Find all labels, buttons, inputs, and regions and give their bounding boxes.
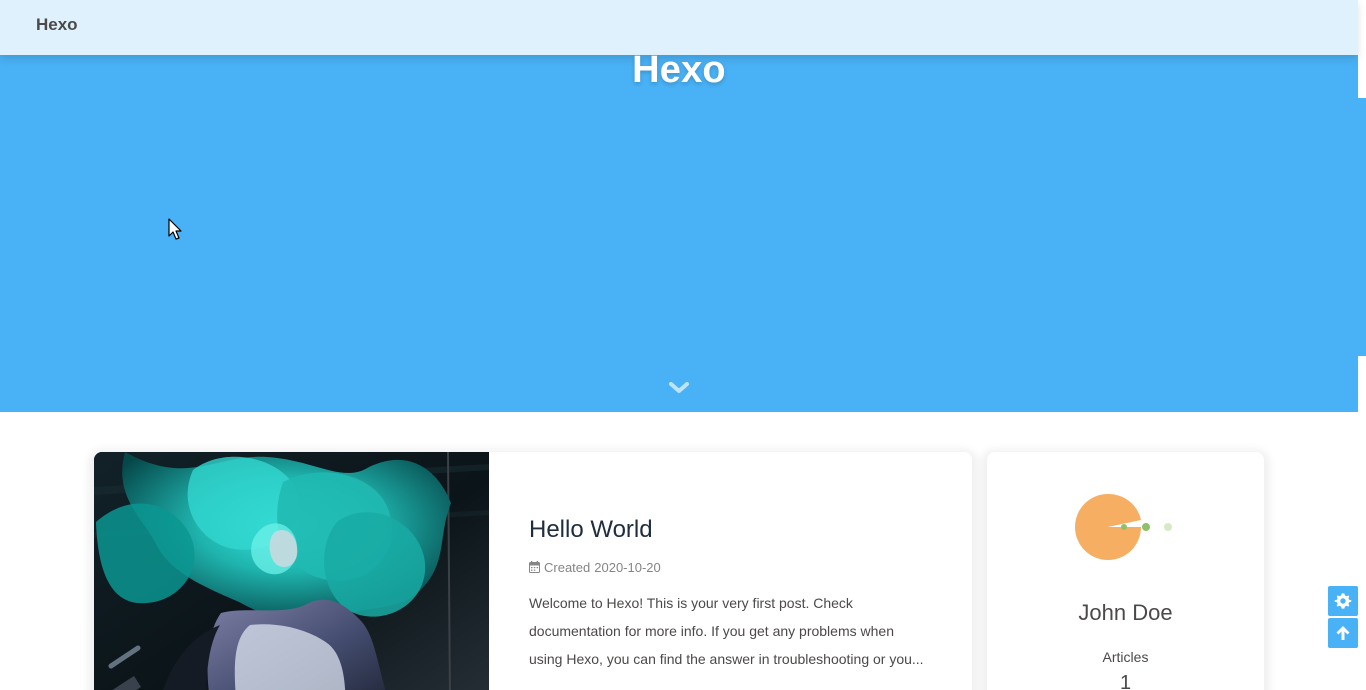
created-label: Created <box>544 559 591 575</box>
excerpt-line: Welcome to Hexo! This is your very first… <box>529 595 853 611</box>
post-meta: Created 2020-10-20 <box>529 559 661 575</box>
author-profile-card: John Doe Articles 1 <box>987 452 1264 690</box>
recent-post-card: Hello World Created 2020-10-20 Welcome t… <box>94 452 972 690</box>
gear-icon <box>1334 593 1352 609</box>
arrow-up-icon <box>1336 626 1350 640</box>
site-name-link[interactable]: Hexo <box>36 15 78 35</box>
post-cover-image[interactable] <box>94 452 489 690</box>
scroll-down-button[interactable] <box>669 380 689 396</box>
chevron-down-icon <box>669 382 689 393</box>
articles-count[interactable]: 1 <box>987 672 1264 690</box>
calendar-icon <box>529 561 540 573</box>
settings-button[interactable] <box>1328 586 1358 616</box>
back-to-top-button[interactable] <box>1328 618 1358 648</box>
smoke-cover-illustration <box>94 452 489 690</box>
top-navbar: Hexo <box>0 0 1358 55</box>
articles-label[interactable]: Articles <box>987 649 1264 665</box>
excerpt-line: documentation for more info. If you get … <box>529 623 894 639</box>
post-title-link[interactable]: Hello World <box>529 516 653 544</box>
hero-banner: Hexo Hexo <box>0 0 1358 412</box>
author-name: John Doe <box>1078 600 1173 625</box>
post-info: Hello World Created 2020-10-20 Welcome t… <box>529 452 939 690</box>
created-date: 2020-10-20 <box>594 559 661 575</box>
hero-title: Hexo <box>632 49 726 92</box>
loading-avatar-icon[interactable] <box>1073 492 1177 562</box>
page-scrollbar-thumb[interactable] <box>1358 98 1366 356</box>
blog-page: Hexo Hexo Hello World Created 2020-10-20… <box>0 0 1366 690</box>
post-excerpt: Welcome to Hexo! This is your very first… <box>529 589 925 673</box>
excerpt-line: using Hexo, you can find the answer in t… <box>529 651 924 667</box>
